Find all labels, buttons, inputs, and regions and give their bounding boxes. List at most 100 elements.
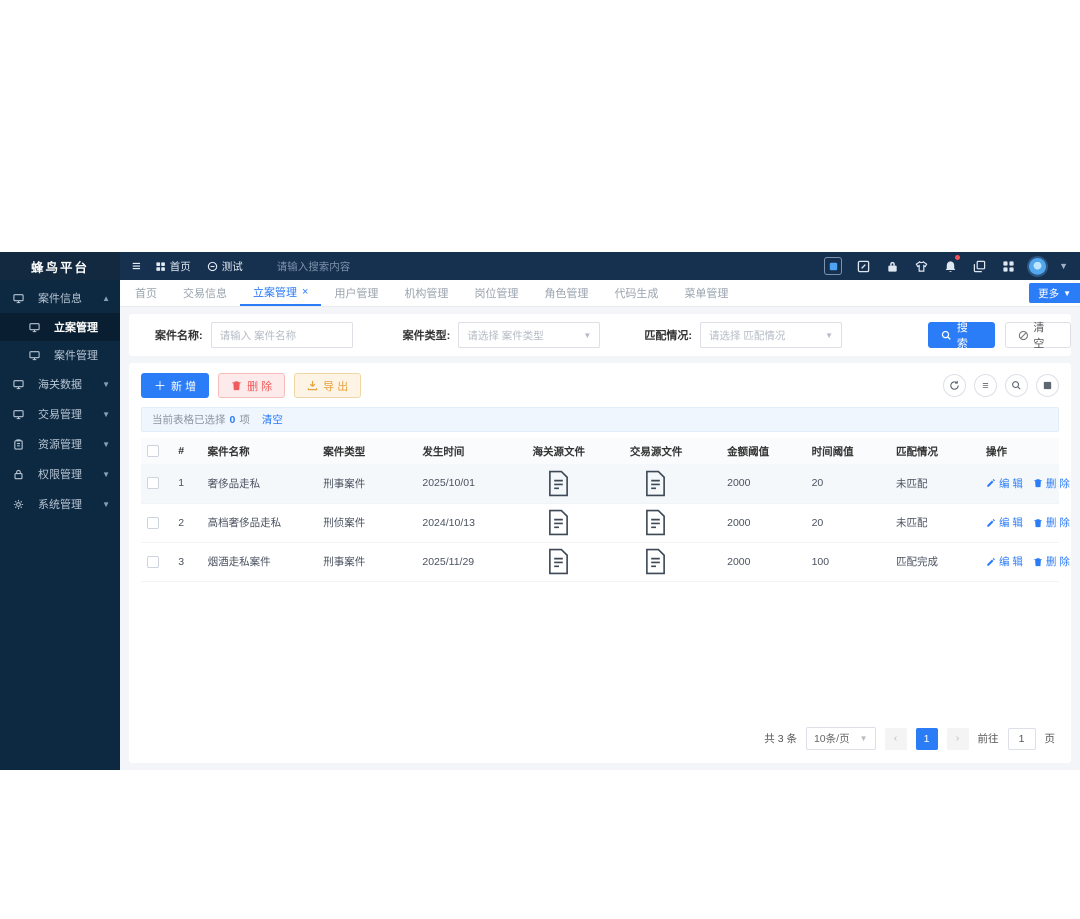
sidebar-item-海关数据[interactable]: 海关数据 ▼ [0, 369, 120, 399]
chevron-down-icon: ▼ [583, 330, 592, 340]
sidebar-item-系统管理[interactable]: 系统管理 ▼ [0, 489, 120, 519]
screenshot-icon[interactable] [855, 258, 871, 274]
match-status-select[interactable]: 请选择 匹配情况 ▼ [700, 322, 843, 348]
close-tab-icon[interactable]: × [302, 286, 308, 298]
selection-count: 0 [229, 413, 236, 426]
delete-link[interactable]: 删 除 [1033, 476, 1070, 491]
tab-角色管理[interactable]: 角色管理 [531, 280, 601, 306]
tab-菜单管理[interactable]: 菜单管理 [671, 280, 741, 306]
select-all-checkbox[interactable] [147, 445, 159, 457]
tab-岗位管理[interactable]: 岗位管理 [461, 280, 531, 306]
goto-page-input[interactable]: 1 [1007, 727, 1036, 750]
notification-bell-icon[interactable] [942, 255, 961, 274]
grid-icon [155, 261, 166, 272]
trade-file-icon[interactable] [630, 470, 715, 497]
sidebar-item-案件信息[interactable]: 案件信息 ▲ [0, 283, 120, 313]
content: 案件名称: 请输入 案件名称 案件类型: 请选择 案件类型 ▼ 匹配情况: 请选择… [120, 307, 1080, 770]
sidebar: 案件信息 ▲ 立案管理 案件管理 海关数据 ▼ 交易管理 ▼ 资源管理 ▼ 权限管理 ▼ 系统管理 ▼ [0, 280, 120, 770]
tab-代码生成[interactable]: 代码生成 [601, 280, 671, 306]
case-name-input[interactable]: 请输入 案件名称 [210, 322, 353, 348]
tab-立案管理[interactable]: 立案管理 × [240, 280, 322, 306]
theme-skin-icon[interactable] [913, 258, 929, 274]
density-icon[interactable]: ≡ [974, 374, 997, 397]
clipboard-icon [13, 438, 31, 450]
sidebar-item-交易管理[interactable]: 交易管理 ▼ [0, 399, 120, 429]
table-row: 2 高档奢侈品走私 刑侦案件 2024/10/13 2000 20 未匹配 编 … [141, 503, 1070, 543]
column-settings-icon[interactable] [1036, 374, 1059, 397]
customs-file-icon[interactable] [533, 509, 618, 536]
search-button[interactable]: 搜 索 [928, 322, 995, 350]
monitor-icon [13, 293, 31, 304]
case-name-label: 案件名称: [155, 330, 203, 342]
case-type-select[interactable]: 请选择 案件类型 ▼ [458, 322, 601, 348]
filter-card: 案件名称: 请输入 案件名称 案件类型: 请选择 案件类型 ▼ 匹配情况: 请选择… [129, 314, 1071, 356]
breadcrumb-item-首页[interactable]: 首页 [155, 259, 191, 274]
tab-首页[interactable]: 首页 [122, 280, 170, 306]
selection-text: 当前表格已选择 [152, 414, 226, 426]
table-row: 3 烟酒走私案件 刑事案件 2025/11/29 2000 100 匹配完成 编… [141, 542, 1070, 582]
chevron-down-icon: ▼ [102, 439, 110, 449]
search-icon [941, 330, 951, 340]
page-number-button[interactable]: 1 [915, 727, 938, 750]
tab-用户管理[interactable]: 用户管理 [321, 280, 391, 306]
column-header-案件类型: 案件类型 [317, 438, 417, 464]
delete-link[interactable]: 删 除 [1033, 515, 1070, 530]
customs-file-icon[interactable] [533, 470, 618, 497]
circle-icon [207, 261, 218, 272]
chevron-down-icon: ▼ [1063, 288, 1071, 298]
edit-link[interactable]: 编 辑 [986, 554, 1023, 569]
trash-icon [1034, 557, 1042, 566]
chevron-down-icon: ▼ [102, 409, 110, 419]
lock-icon[interactable] [884, 258, 900, 274]
pencil-icon [987, 557, 995, 566]
breadcrumb-item-测试[interactable]: 测试 [207, 259, 243, 274]
column-header-交易源文件: 交易源文件 [623, 438, 722, 464]
user-avatar[interactable] [1029, 257, 1047, 275]
selection-bar: 当前表格已选择 0 项 清空 [141, 407, 1059, 432]
add-button[interactable]: ＋新 增 [141, 373, 210, 398]
sidebar-subitem-立案管理[interactable]: 立案管理 [0, 313, 120, 341]
export-button[interactable]: 导 出 [294, 373, 362, 398]
search-input[interactable]: 请输入搜索内容 [277, 259, 427, 274]
refresh-icon[interactable] [943, 374, 966, 397]
chevron-down-icon: ▼ [825, 330, 834, 340]
row-checkbox[interactable] [147, 516, 159, 529]
sidebar-subitem-案件管理[interactable]: 案件管理 [0, 341, 120, 369]
chevron-down-icon: ▼ [102, 379, 110, 389]
copy-icon[interactable] [971, 258, 987, 274]
customs-file-icon[interactable] [533, 548, 618, 575]
apps-grid-icon[interactable] [1000, 258, 1016, 274]
sidebar-item-权限管理[interactable]: 权限管理 ▼ [0, 459, 120, 489]
selection-unit: 项 [239, 414, 250, 426]
column-header-金额阈值: 金额阈值 [721, 438, 806, 464]
selection-clear-link[interactable]: 清空 [262, 412, 283, 427]
match-status-label: 匹配情况: [644, 330, 693, 342]
pencil-icon [987, 479, 995, 487]
delete-button[interactable]: 删 除 [218, 373, 286, 398]
chevron-up-icon: ▲ [102, 293, 110, 303]
notification-badge [955, 255, 961, 260]
tab-机构管理[interactable]: 机构管理 [391, 280, 461, 306]
page-size-select[interactable]: 10条/页 ▼ [805, 727, 876, 750]
next-page-button[interactable]: › [946, 727, 969, 750]
clear-button[interactable]: 清 空 [1004, 322, 1071, 350]
sidebar-item-资源管理[interactable]: 资源管理 ▼ [0, 429, 120, 459]
edit-link[interactable]: 编 辑 [986, 476, 1023, 491]
tabs-more-button[interactable]: 更多 ▼ [1029, 283, 1080, 303]
search-toggle-icon[interactable] [1005, 374, 1028, 397]
row-checkbox[interactable] [147, 477, 159, 490]
tab-交易信息[interactable]: 交易信息 [170, 280, 240, 306]
prev-page-button[interactable]: ‹ [884, 727, 907, 750]
row-checkbox[interactable] [147, 555, 159, 568]
edit-link[interactable]: 编 辑 [986, 515, 1023, 530]
column-header-发生时间: 发生时间 [416, 438, 527, 464]
trash-icon [1034, 518, 1042, 527]
cases-table: # 案件名称 案件类型 发生时间 海关源文件 交易源文件 金额阈值 时间阈值 匹配情况 操作 1 … [141, 438, 1070, 582]
trade-file-icon[interactable] [630, 548, 715, 575]
delete-link[interactable]: 删 除 [1033, 554, 1070, 569]
user-menu-chevron-icon[interactable]: ▼ [1059, 261, 1068, 271]
column-header-时间阈值: 时间阈值 [805, 438, 891, 464]
hamburger-menu-icon[interactable]: ≡ [132, 258, 141, 275]
trade-file-icon[interactable] [630, 509, 715, 536]
screen-theme-icon[interactable] [824, 257, 843, 275]
